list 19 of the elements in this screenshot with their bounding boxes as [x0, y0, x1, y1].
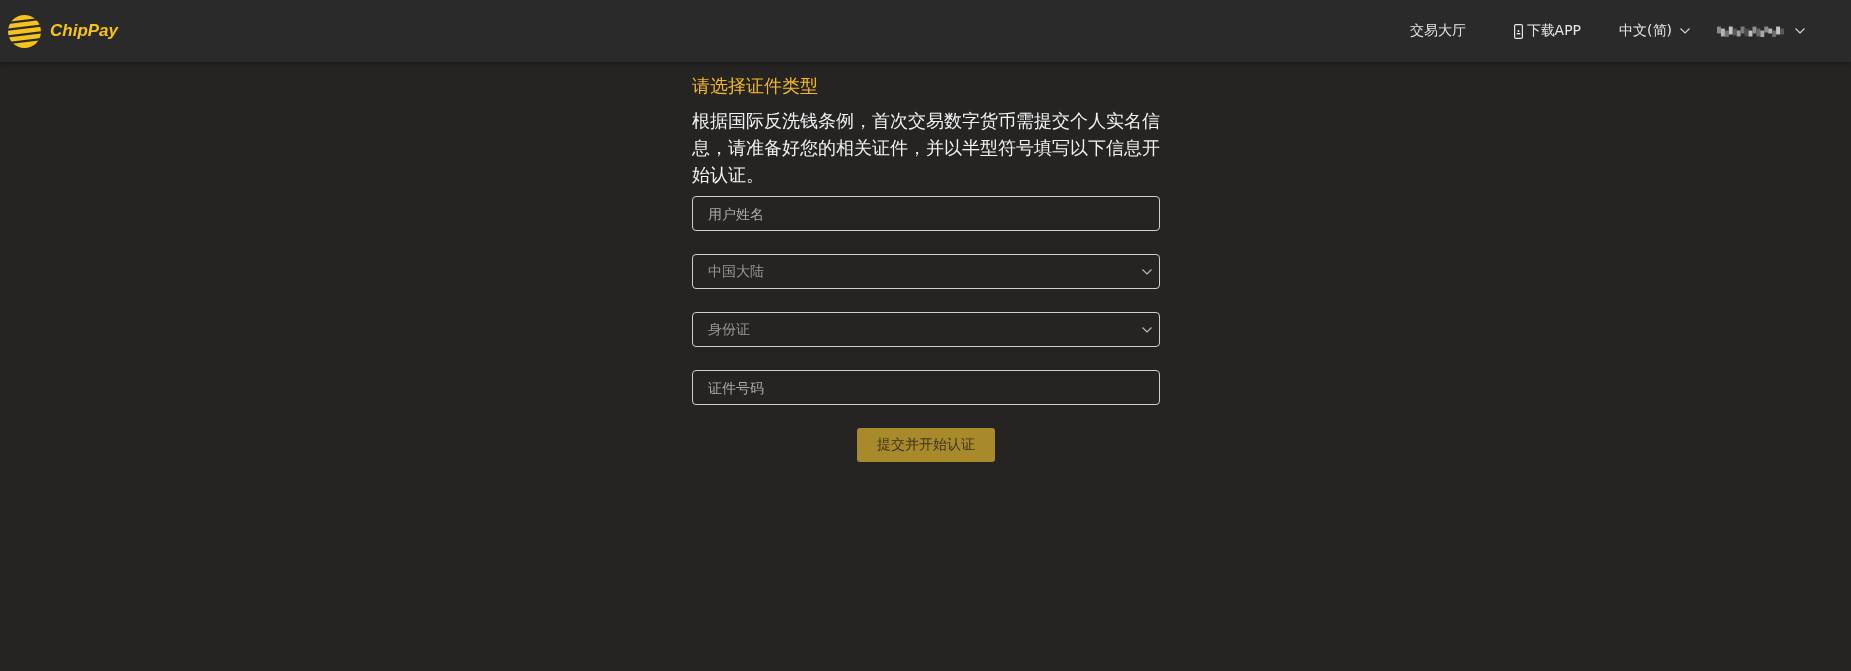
text-input-field[interactable]: 证件号码: [691, 370, 1160, 405]
pixelated-blur-icon: [1717, 25, 1784, 37]
notice-text: 根据国际反洗钱条例，首次交易数字货币需提交个人实名信息，请准备好您的相关证件，并以半型符号填写以下信息开始认证。: [691, 109, 1160, 187]
chevron-down-icon: [1141, 326, 1152, 333]
dropdown-field[interactable]: 身份证: [691, 312, 1160, 347]
dropdown-field[interactable]: 中国大陆: [691, 254, 1160, 289]
account-dropdown[interactable]: [1717, 25, 1805, 37]
logo-text[interactable]: ChipPay: [50, 21, 119, 41]
chevron-down-icon: [1141, 268, 1152, 275]
submit-button[interactable]: 提交并开始认证: [856, 428, 995, 462]
chevron-down-icon: [1795, 28, 1805, 34]
chevron-down-icon: [1680, 28, 1690, 34]
language-dropdown[interactable]: 中文(简): [1619, 22, 1690, 40]
phone-icon: [1513, 23, 1523, 39]
striped-disc-icon[interactable]: [8, 14, 41, 48]
download-link[interactable]: 下载APP: [1513, 22, 1582, 40]
text-input-field[interactable]: 用户姓名: [691, 196, 1160, 231]
nav-link[interactable]: 交易大厅: [1409, 22, 1466, 40]
form-title: 请选择证件类型: [691, 74, 819, 98]
